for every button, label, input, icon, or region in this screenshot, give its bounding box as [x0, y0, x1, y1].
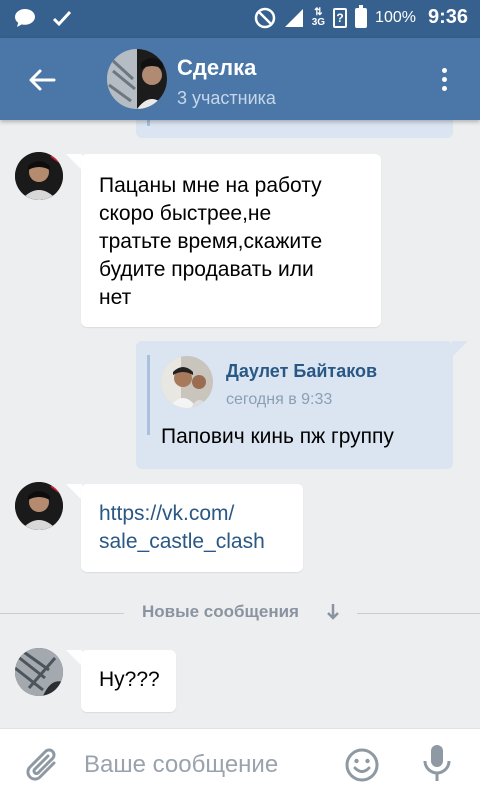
sim-icon: ? — [333, 7, 348, 28]
divider-label: Новые сообщения — [142, 602, 299, 621]
forward-time: сегодня в 9:33 — [226, 391, 333, 408]
message-bubble[interactable]: Пацаны мне на работу скоро быстрее,не тр… — [81, 154, 381, 327]
composer — [0, 728, 480, 800]
signal-icon — [284, 8, 303, 27]
new-messages-divider: Новые сообщения — [0, 600, 480, 626]
forward-author-avatar[interactable] — [161, 356, 213, 408]
forward-author-name[interactable]: Даулет Байтаков — [226, 361, 377, 382]
arrow-down-icon — [327, 604, 339, 620]
sender-avatar[interactable] — [15, 648, 63, 696]
participants-count: 3 участника — [177, 88, 276, 108]
message-bubble-partial[interactable] — [136, 120, 453, 138]
data-icon: ⇅ — [314, 6, 323, 18]
battery-icon — [355, 4, 368, 28]
message-list[interactable]: Пацаны мне на работу скоро быстрее,не тр… — [0, 120, 480, 728]
chat-title: Сделка — [177, 55, 257, 80]
more-icon[interactable] — [434, 66, 454, 96]
forward-text: Папович кинь пж группу — [161, 425, 394, 448]
chat-avatar[interactable] — [107, 49, 167, 109]
message-icon — [15, 9, 35, 27]
sender-avatar[interactable] — [15, 152, 63, 200]
sender-avatar[interactable] — [15, 482, 63, 530]
message-text: Ну??? — [99, 668, 160, 691]
status-bar: ⇅ 3G ? 100% 9:36 — [0, 0, 480, 38]
message-link[interactable]: https://vk.com/ sale_castle_clash — [99, 500, 285, 556]
message-bubble[interactable]: Ну??? — [81, 650, 176, 712]
forwarded-message-bubble[interactable]: Даулет Байтаков сегодня в 9:33 Папович к… — [136, 341, 453, 469]
message-input[interactable] — [84, 747, 324, 783]
check-icon — [52, 10, 72, 27]
forward-bar — [147, 355, 150, 435]
attach-icon[interactable] — [24, 745, 62, 785]
message-text: Пацаны мне на работу скоро быстрее,не тр… — [99, 174, 323, 309]
network-type: ⇅ 3G — [311, 6, 326, 28]
message-bubble[interactable]: https://vk.com/ sale_castle_clash — [81, 484, 303, 572]
dnd-icon — [254, 7, 275, 28]
chat-header: Сделка 3 участника — [0, 38, 480, 120]
clock: 9:36 — [427, 6, 468, 28]
emoji-icon[interactable] — [344, 747, 380, 783]
back-arrow-icon[interactable] — [26, 64, 58, 96]
mic-icon[interactable] — [422, 743, 452, 785]
battery-percent: 100% — [375, 8, 416, 26]
